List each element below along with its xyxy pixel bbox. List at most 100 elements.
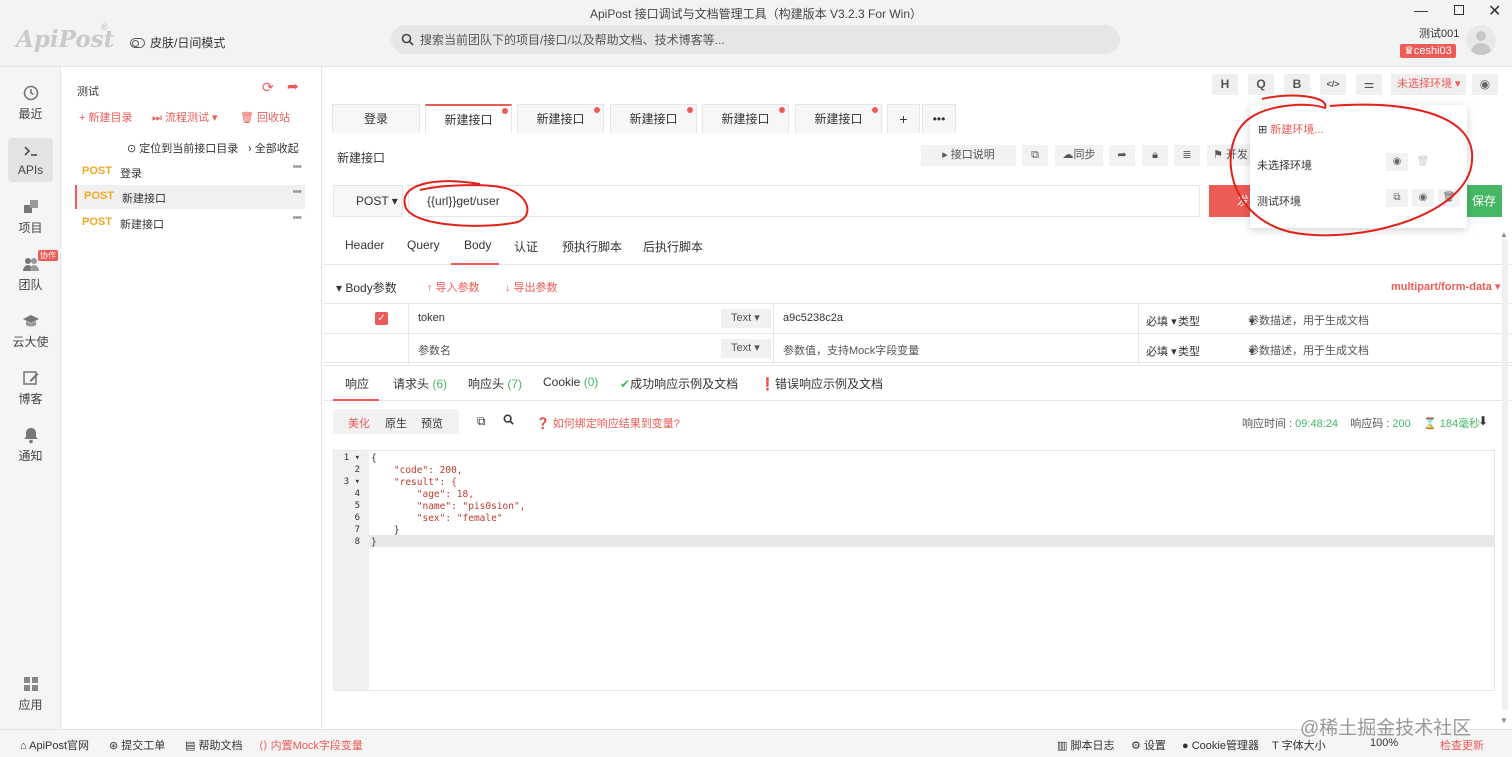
locate-api-button[interactable]: ⊙ 定位到当前接口目录: [127, 140, 238, 156]
copy-icon[interactable]: ⧉: [1022, 145, 1048, 166]
nav-item-project[interactable]: 项目: [0, 198, 61, 236]
submit-ticket-link[interactable]: ⊛ 提交工单: [109, 737, 165, 753]
copy-icon[interactable]: ⧉: [477, 414, 486, 429]
tab-post-script[interactable]: 后执行脚本: [643, 238, 703, 255]
nav-item-notify[interactable]: 通知: [0, 426, 61, 464]
method-select[interactable]: POST ▾: [333, 185, 403, 217]
nav-item-recent[interactable]: 最近: [0, 84, 61, 122]
response-editor[interactable]: 1 ▾ 2 3 ▾ 4 5 6 7 8 { "code": 200, "resu…: [333, 450, 1495, 691]
api-item[interactable]: POST 登录 •••: [75, 160, 305, 184]
query-button[interactable]: Q: [1248, 74, 1274, 95]
new-folder-button[interactable]: + 新建目录: [79, 109, 132, 125]
param-desc[interactable]: 参数描述，用于生成文档: [1248, 312, 1369, 328]
tab-new-api[interactable]: 新建接口: [517, 104, 604, 133]
tab-header[interactable]: Header: [345, 238, 384, 252]
team-badge[interactable]: ♛ceshi03: [1400, 44, 1456, 58]
skin-mode-toggle[interactable]: 皮肤/日间模式: [130, 34, 225, 51]
api-doc-button[interactable]: ▸ 接口说明: [921, 145, 1016, 166]
param-key[interactable]: token: [418, 312, 445, 324]
global-search-input[interactable]: 搜索当前团队下的项目/接口/以及帮助文档、技术博客等...: [391, 25, 1120, 54]
view-pretty[interactable]: 美化: [348, 415, 370, 431]
cookie-manager-button[interactable]: ● Cookie管理器: [1182, 737, 1259, 753]
script-log-button[interactable]: ▥ 脚本日志: [1057, 737, 1114, 753]
more-icon[interactable]: •••: [292, 186, 302, 198]
env-select[interactable]: 未选择环境 ▾: [1391, 74, 1466, 95]
type-select[interactable]: 类型 ▾: [1178, 343, 1255, 359]
required-select[interactable]: 必填 ▾: [1146, 343, 1177, 359]
window-maximize-button[interactable]: [1454, 5, 1464, 15]
tab-new-api[interactable]: 新建接口: [795, 104, 882, 133]
tab-new-api[interactable]: 新建接口: [610, 104, 697, 133]
param-checkbox[interactable]: ✓: [375, 312, 388, 325]
body-params-toggle[interactable]: ▾ Body参数: [336, 279, 397, 296]
add-tab-button[interactable]: +: [887, 104, 920, 133]
database-icon[interactable]: ≣: [1174, 145, 1200, 166]
env-option-test[interactable]: 测试环境 ⧉ ◉ 🗑: [1250, 181, 1467, 217]
help-docs-link[interactable]: ▤ 帮助文档: [185, 737, 242, 753]
tab-new-api[interactable]: 新建接口: [702, 104, 789, 133]
tab-login[interactable]: 登录: [332, 104, 420, 133]
scroll-up-arrow[interactable]: ▲: [1500, 230, 1508, 239]
type-select[interactable]: 类型 ▾: [1178, 313, 1255, 329]
param-key[interactable]: 参数名: [418, 342, 451, 358]
env-option-none[interactable]: 未选择环境 ◉ 🗑: [1250, 145, 1467, 181]
scroll-down-arrow[interactable]: ▼: [1500, 716, 1508, 725]
import-params-button[interactable]: ↑ 导入参数: [427, 279, 480, 295]
tab-error-doc[interactable]: ❗错误响应示例及文档: [760, 375, 883, 392]
param-value[interactable]: a9c5238c2a: [783, 312, 843, 324]
window-close-button[interactable]: ✕: [1488, 1, 1501, 21]
tab-query[interactable]: Query: [407, 238, 440, 252]
eye-icon[interactable]: ◉: [1386, 153, 1408, 171]
more-icon[interactable]: •••: [292, 212, 302, 224]
send-button[interactable]: 发送: [1209, 185, 1254, 217]
heading-button[interactable]: H: [1212, 74, 1238, 95]
param-desc[interactable]: 参数描述，用于生成文档: [1248, 342, 1369, 358]
param-type-select[interactable]: Text ▾: [721, 339, 771, 358]
view-raw[interactable]: 原生: [385, 415, 407, 431]
collapse-all-button[interactable]: › 全部收起: [248, 140, 299, 156]
flow-test-button[interactable]: ⏭ 流程测试 ▾: [152, 109, 218, 125]
required-select[interactable]: 必填 ▾: [1146, 313, 1177, 329]
nav-item-ambassador[interactable]: 云大使: [0, 312, 61, 350]
official-site-link[interactable]: ⌂ ApiPost官网: [20, 737, 89, 753]
forward-icon[interactable]: ➦: [1109, 145, 1135, 166]
tab-response-headers[interactable]: 响应头 (7): [468, 375, 522, 392]
eye-icon[interactable]: ◉: [1412, 189, 1434, 207]
refresh-icon[interactable]: ⟳: [262, 79, 274, 96]
window-minimize-button[interactable]: —: [1414, 2, 1428, 18]
bold-button[interactable]: B: [1284, 74, 1310, 95]
sliders-icon[interactable]: ⚌: [1356, 74, 1382, 95]
tab-more-button[interactable]: •••: [922, 104, 956, 133]
save-button[interactable]: 保存: [1462, 185, 1502, 217]
nav-item-blog[interactable]: 博客: [0, 369, 61, 407]
avatar[interactable]: [1466, 25, 1496, 55]
url-input[interactable]: [408, 185, 1200, 217]
download-icon[interactable]: ⬇: [1478, 414, 1488, 428]
tab-cookie[interactable]: Cookie (0): [543, 375, 598, 389]
new-env-button[interactable]: ⊞ 新建环境...: [1258, 121, 1323, 137]
param-type-select[interactable]: Text ▾: [721, 309, 771, 328]
tab-new-api[interactable]: 新建接口: [425, 104, 512, 133]
copy-icon[interactable]: ⧉: [1386, 189, 1408, 207]
recycle-bin-button[interactable]: 🗑 回收站: [240, 109, 290, 125]
content-type-select[interactable]: multipart/form-data ▾: [1391, 280, 1500, 293]
api-item[interactable]: POST 新建接口 •••: [75, 211, 305, 235]
tab-pre-script[interactable]: 预执行脚本: [562, 238, 622, 255]
mock-vars-link[interactable]: ⟨⟩ 内置Mock字段变量: [259, 737, 363, 753]
nav-item-apis[interactable]: APIs: [8, 138, 53, 182]
bind-help-link[interactable]: ❓ 如何绑定响应结果到变量?: [536, 415, 680, 431]
tab-success-doc[interactable]: ✔成功响应示例及文档: [620, 375, 738, 392]
tab-request-headers[interactable]: 请求头 (6): [393, 375, 447, 392]
settings-button[interactable]: ⚙ 设置: [1131, 737, 1166, 753]
view-preview[interactable]: 预览: [421, 415, 443, 431]
search-icon[interactable]: [503, 414, 514, 428]
export-params-button[interactable]: ↓ 导出参数: [505, 279, 558, 295]
api-item-active[interactable]: POST 新建接口 •••: [75, 185, 305, 209]
vertical-scrollbar[interactable]: [1502, 240, 1508, 710]
nav-item-apps[interactable]: 应用: [0, 675, 61, 713]
tab-response[interactable]: 响应: [345, 375, 369, 392]
lock-icon[interactable]: 🔒︎: [1142, 145, 1168, 166]
tab-body[interactable]: Body: [464, 238, 491, 252]
eye-icon[interactable]: ◉: [1472, 74, 1498, 95]
more-icon[interactable]: •••: [292, 161, 302, 173]
